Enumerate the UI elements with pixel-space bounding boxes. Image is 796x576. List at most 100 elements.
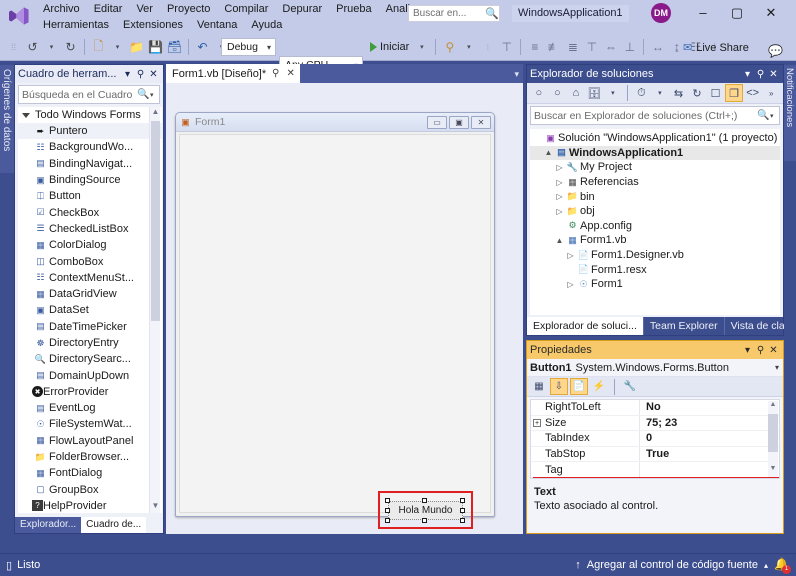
navigate-back-icon[interactable]: ↺	[23, 37, 42, 58]
toolbox-item[interactable]: ▦ FlowLayoutPanel	[18, 433, 162, 449]
menu-extensiones[interactable]: Extensiones	[116, 18, 190, 32]
document-tab-form1[interactable]: Form1.vb [Diseño]* ⚲ ✕	[166, 64, 301, 83]
expander-icon[interactable]: ▷	[554, 207, 565, 216]
source-control-label[interactable]: Agregar al control de código fuente	[587, 559, 758, 571]
solution-tree-node[interactable]: ▷ ☉ Form1	[530, 277, 780, 292]
solution-tree-node[interactable]: ▲ ▦ Form1.vb	[530, 233, 780, 248]
expand-property-icon[interactable]: +	[533, 418, 541, 427]
toolbox-close-icon[interactable]: ✕	[147, 69, 160, 80]
toolbox-item[interactable]: ▤ EventLog	[18, 400, 162, 416]
view-code-icon[interactable]: <>	[744, 84, 762, 102]
property-value[interactable]: No	[639, 400, 779, 415]
resize-handle-sw[interactable]	[385, 518, 390, 523]
close-button[interactable]: ✕	[756, 0, 786, 26]
toolbox-item[interactable]: ☸ DirectoryEntry	[18, 335, 162, 351]
source-control-expand-icon[interactable]: ▴	[764, 561, 768, 570]
solution-tree-node[interactable]: ⚙ App.config	[530, 219, 780, 234]
document-list-dropdown-icon[interactable]: ▾	[514, 69, 519, 80]
forward-icon[interactable]: ○	[549, 84, 567, 102]
solution-explorer-menu-icon[interactable]: ▾	[741, 69, 754, 80]
menu-archivo[interactable]: Archivo	[36, 2, 87, 16]
resize-handle-nw[interactable]	[385, 498, 390, 503]
solution-tree-node[interactable]: ▲ ▤ WindowsApplication1	[530, 145, 780, 161]
property-row[interactable]: + Size 75; 23	[531, 415, 779, 432]
toolbox-item[interactable]: ▤ BindingNavigat...	[18, 156, 162, 172]
save-icon[interactable]: 💾	[146, 37, 165, 58]
tab-team-explorer[interactable]: Team Explorer	[642, 317, 724, 335]
menu-ver[interactable]: Ver	[129, 2, 160, 16]
toolbox-group-all-windows-forms[interactable]: Todo Windows Forms	[18, 107, 162, 123]
toolbox-item[interactable]: ☷ ContextMenuSt...	[18, 270, 162, 286]
start-debug-dropdown-icon[interactable]: ▾	[412, 37, 431, 58]
collapse-all-icon[interactable]: ☐	[707, 84, 725, 102]
resize-handle-n[interactable]	[422, 498, 427, 503]
toolbox-item[interactable]: 📁 FolderBrowser...	[18, 449, 162, 465]
toolbox-item[interactable]: ▦ ColorDialog	[18, 237, 162, 253]
toolbox-item[interactable]: ☰ CheckedListBox	[18, 221, 162, 237]
menu-proyecto[interactable]: Proyecto	[160, 2, 217, 16]
solution-tree-node[interactable]: ▷ 🔧 My Project	[530, 160, 780, 175]
solution-explorer-search-input[interactable]: Buscar en Explorador de soluciones (Ctrl…	[530, 106, 780, 125]
toolbox-scrollbar[interactable]: ▲ ▼	[149, 107, 160, 513]
expander-icon[interactable]: ▲	[543, 148, 554, 157]
solution-tree-node[interactable]: ▷ ▦ Referencias	[530, 175, 780, 190]
toolbox-menu-icon[interactable]: ▾	[121, 69, 134, 80]
maximize-button[interactable]: ▢	[722, 0, 752, 26]
property-row[interactable]: TabStop True	[531, 446, 779, 463]
resize-handle-s[interactable]	[422, 518, 427, 523]
show-all-files-icon[interactable]: ❐	[725, 84, 743, 102]
undo-icon[interactable]: ↶	[193, 37, 212, 58]
chevron-down-icon[interactable]: ▾	[770, 112, 779, 120]
alphabetical-view-icon[interactable]: ⇩	[550, 378, 568, 395]
refresh-icon[interactable]: ↻	[688, 84, 706, 102]
menu-ventana[interactable]: Ventana	[190, 18, 244, 32]
resize-handle-e[interactable]	[460, 508, 465, 513]
toolbox-item[interactable]: ▢ GroupBox	[18, 482, 162, 498]
properties-object-select[interactable]: Button1 System.Windows.Forms.Button ▾	[527, 359, 783, 377]
feedback-icon[interactable]: 💬	[766, 40, 785, 61]
toolbox-item[interactable]: ➨ Puntero	[18, 123, 162, 140]
solution-explorer-pin-icon[interactable]: ⚲	[754, 69, 767, 80]
toolbox-item[interactable]: ☉ FileSystemWat...	[18, 416, 162, 432]
properties-close-icon[interactable]: ✕	[767, 345, 780, 356]
pending-changes-icon[interactable]: 🗄	[586, 84, 604, 102]
chevron-down-icon[interactable]: ▾	[150, 91, 159, 99]
resize-handle-w[interactable]	[385, 508, 390, 513]
toolbox-list[interactable]: Todo Windows Forms ➨ Puntero ☷ BackgroundWo…	[18, 107, 162, 513]
toolbox-item[interactable]: ▦ FontDialog	[18, 465, 162, 481]
resize-handle-se[interactable]	[460, 518, 465, 523]
form-maximize-button[interactable]: ▣	[449, 115, 469, 129]
avatar[interactable]: DM	[651, 3, 671, 23]
data-sources-tab[interactable]: Orígenes de datos	[0, 65, 14, 173]
toolbox-item[interactable]: ✖ ErrorProvider	[18, 384, 162, 400]
scroll-up-icon[interactable]: ▲	[150, 107, 161, 119]
toolbox-search-input[interactable]: Búsqueda en el Cuadro 🔍 ▾	[18, 85, 160, 104]
property-value[interactable]: True	[639, 446, 779, 462]
filter-dropdown-icon[interactable]: ▾	[651, 84, 669, 102]
live-share-button[interactable]: ✉ Live Share	[683, 41, 749, 55]
expander-icon[interactable]: ▲	[554, 236, 565, 245]
toolbox-item[interactable]: ▤ DateTimePicker	[18, 319, 162, 335]
form-preview[interactable]: ▣ Form1 ▭ ▣ ✕	[175, 112, 495, 517]
open-file-icon[interactable]: 📁	[127, 37, 146, 58]
toolbox-item[interactable]: ▣ DataSet	[18, 302, 162, 318]
events-view-icon[interactable]: ⚡	[590, 378, 608, 395]
tab-cuadro-de-herramientas[interactable]: Cuadro de...	[81, 517, 147, 533]
menu-ayuda[interactable]: Ayuda	[244, 18, 289, 32]
sync-with-active-document-icon[interactable]: ⇆	[670, 84, 688, 102]
property-row[interactable]: RightToLeft No	[531, 400, 779, 416]
toolbox-item[interactable]: ▣ BindingSource	[18, 172, 162, 188]
chevron-down-icon[interactable]: ▾	[775, 363, 779, 372]
toolbar-overflow-icon[interactable]: »	[762, 84, 780, 102]
properties-menu-icon[interactable]: ▾	[741, 345, 754, 356]
form-minimize-button[interactable]: ▭	[427, 115, 447, 129]
property-row[interactable]: TabIndex 0	[531, 431, 779, 447]
menu-prueba[interactable]: Prueba	[329, 2, 378, 16]
pin-icon[interactable]: ⚲	[270, 68, 281, 79]
global-search-input[interactable]: Buscar en... 🔍	[408, 5, 500, 22]
notifications-tab[interactable]: Notificaciones	[784, 65, 796, 161]
properties-scrollbar[interactable]: ▲ ▼	[768, 401, 778, 477]
solution-tree-node[interactable]: ▷ 📄 Form1.Designer.vb	[530, 248, 780, 263]
toolbox-item[interactable]: ⎅ Button	[18, 188, 162, 204]
solution-tree-node[interactable]: ▷ 📁 obj	[530, 204, 780, 219]
